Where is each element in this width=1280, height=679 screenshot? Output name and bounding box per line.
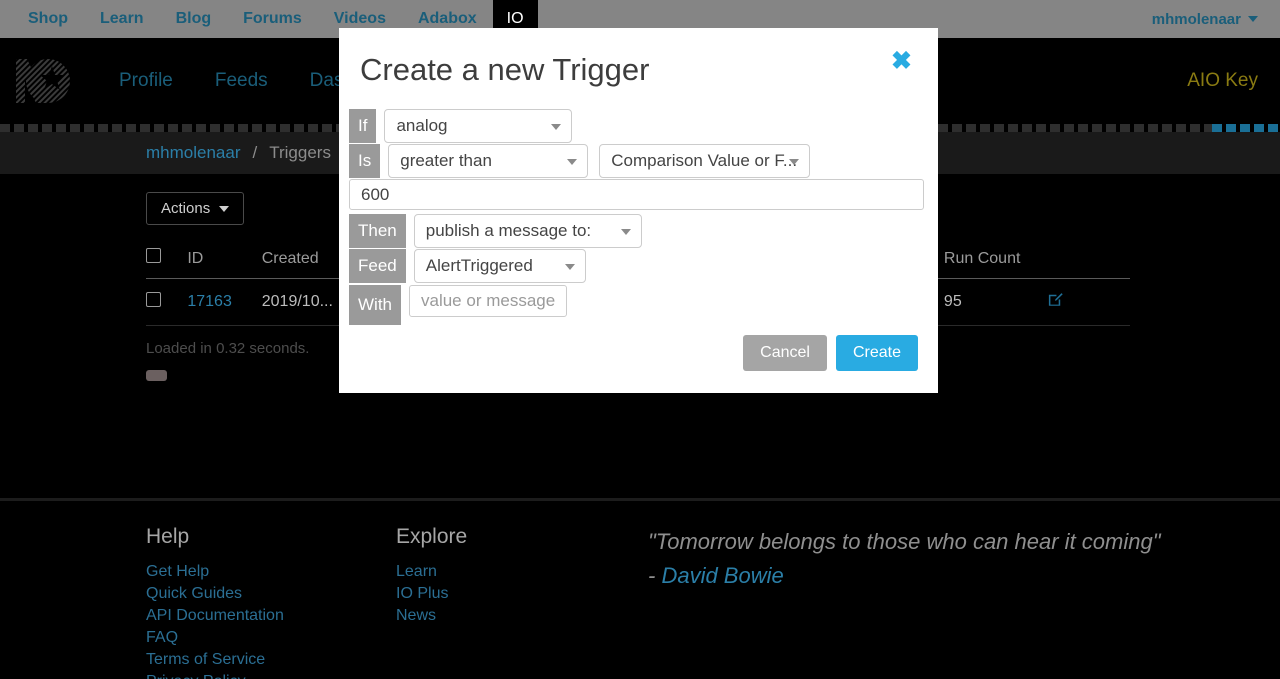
trigger-then-row: Then publish a message to: [349, 214, 642, 248]
footer-link-privacy-policy[interactable]: Privacy Policy [146, 671, 284, 679]
row-edit-cell [1047, 278, 1130, 326]
load-time-text: Loaded in 0.32 seconds. [146, 340, 310, 357]
breadcrumb-current: Triggers [269, 143, 331, 162]
if-source-value: analog [396, 116, 448, 135]
account-menu[interactable]: mhmolenaar [1152, 11, 1280, 28]
dashed-divider-accent [1212, 124, 1280, 132]
trigger-feed-row: Feed AlertTriggered [349, 249, 586, 283]
actions-button-label: Actions [161, 200, 211, 217]
footer-link-quick-guides[interactable]: Quick Guides [146, 583, 284, 605]
trigger-with-row: With [349, 285, 567, 325]
row-checkbox-cell [146, 278, 188, 326]
site-nav-profile[interactable]: Profile [98, 70, 194, 92]
footer-column-explore: Explore Learn IO Plus News [396, 525, 467, 627]
chevron-down-icon [1248, 16, 1258, 22]
checkbox-unchecked-icon[interactable] [146, 248, 161, 263]
footer-link-get-help[interactable]: Get Help [146, 561, 284, 583]
caret-down-icon [564, 264, 575, 270]
caret-down-icon [620, 229, 631, 235]
footer-quote: "Tomorrow belongs to those who can hear … [648, 525, 1168, 593]
checkbox-unchecked-icon[interactable] [146, 292, 161, 307]
comparison-operator-select[interactable]: greater than [388, 144, 589, 178]
breadcrumb: mhmolenaar / Triggers [0, 143, 331, 163]
caret-down-icon [551, 124, 562, 130]
with-message-input[interactable] [409, 285, 567, 317]
comparison-target-select[interactable]: Comparison Value or F... [599, 144, 811, 178]
footer-link-io-plus[interactable]: IO Plus [396, 583, 467, 605]
create-button[interactable]: Create [835, 335, 918, 371]
placeholder-chip [146, 370, 167, 381]
column-id[interactable]: ID [187, 242, 262, 279]
create-trigger-modal: Create a new Trigger ✖ If analog Is grea… [339, 28, 938, 393]
footer-explore-title: Explore [396, 525, 468, 548]
then-action-value: publish a message to: [425, 221, 592, 240]
actions-button[interactable]: Actions [146, 192, 245, 225]
comparison-value-input[interactable] [349, 179, 924, 210]
if-source-select[interactable]: analog [384, 109, 573, 143]
if-label: If [349, 109, 377, 143]
trigger-id-link[interactable]: 17163 [187, 293, 232, 310]
site-footer: Help Get Help Quick Guides API Documenta… [0, 501, 1280, 679]
then-action-select[interactable]: publish a message to: [413, 214, 642, 248]
modal-title: Create a new Trigger [360, 52, 650, 87]
adafruit-io-logo[interactable] [14, 53, 70, 109]
caret-down-icon [219, 205, 230, 212]
footer-link-api-documentation[interactable]: API Documentation [146, 605, 284, 627]
then-label: Then [349, 214, 406, 248]
footer-help-title: Help [146, 525, 190, 548]
topbar-link-shop[interactable]: Shop [12, 0, 84, 38]
caret-down-icon [789, 159, 800, 165]
feed-value: AlertTriggered [425, 256, 533, 275]
feed-select[interactable]: AlertTriggered [413, 249, 586, 283]
footer-link-news[interactable]: News [396, 605, 467, 627]
feed-label: Feed [349, 249, 406, 283]
column-actions [1047, 242, 1130, 279]
topbar-link-learn[interactable]: Learn [84, 0, 160, 38]
column-select-all [146, 242, 188, 279]
topbar-link-forums[interactable]: Forums [227, 0, 318, 38]
trigger-if-row: If analog [349, 109, 573, 143]
page-root: Shop Learn Blog Forums Videos Adabox IO … [0, 0, 1280, 679]
caret-down-icon [567, 159, 578, 165]
topbar-link-blog[interactable]: Blog [160, 0, 228, 38]
close-x-icon[interactable]: ✖ [885, 48, 918, 75]
comparison-target-value: Comparison Value or F... [611, 151, 798, 170]
row-run-count-cell: 95 [943, 278, 1048, 326]
site-nav-feeds[interactable]: Feeds [194, 70, 289, 92]
footer-link-terms-of-service[interactable]: Terms of Service [146, 649, 284, 671]
with-label: With [349, 285, 401, 325]
footer-quote-author: David Bowie [661, 563, 784, 588]
cancel-button[interactable]: Cancel [743, 335, 827, 371]
breadcrumb-user[interactable]: mhmolenaar [146, 143, 241, 163]
modal-actions: Cancel Create [743, 335, 918, 371]
breadcrumb-separator: / [252, 143, 258, 162]
trigger-value-row [349, 179, 924, 210]
column-run-count[interactable]: Run Count [943, 242, 1048, 279]
edit-pencil-icon[interactable] [1047, 293, 1064, 312]
comparison-operator-value: greater than [400, 151, 492, 170]
trigger-is-row: Is greater than Comparison Value or F... [349, 144, 811, 178]
account-name: mhmolenaar [1151, 10, 1241, 28]
row-id-cell: 17163 [187, 278, 262, 326]
is-label: Is [349, 144, 381, 178]
footer-link-faq[interactable]: FAQ [146, 627, 284, 649]
footer-column-help: Help Get Help Quick Guides API Documenta… [146, 525, 284, 679]
aio-key-link[interactable]: AIO Key [1187, 70, 1258, 92]
footer-link-learn[interactable]: Learn [396, 561, 467, 583]
